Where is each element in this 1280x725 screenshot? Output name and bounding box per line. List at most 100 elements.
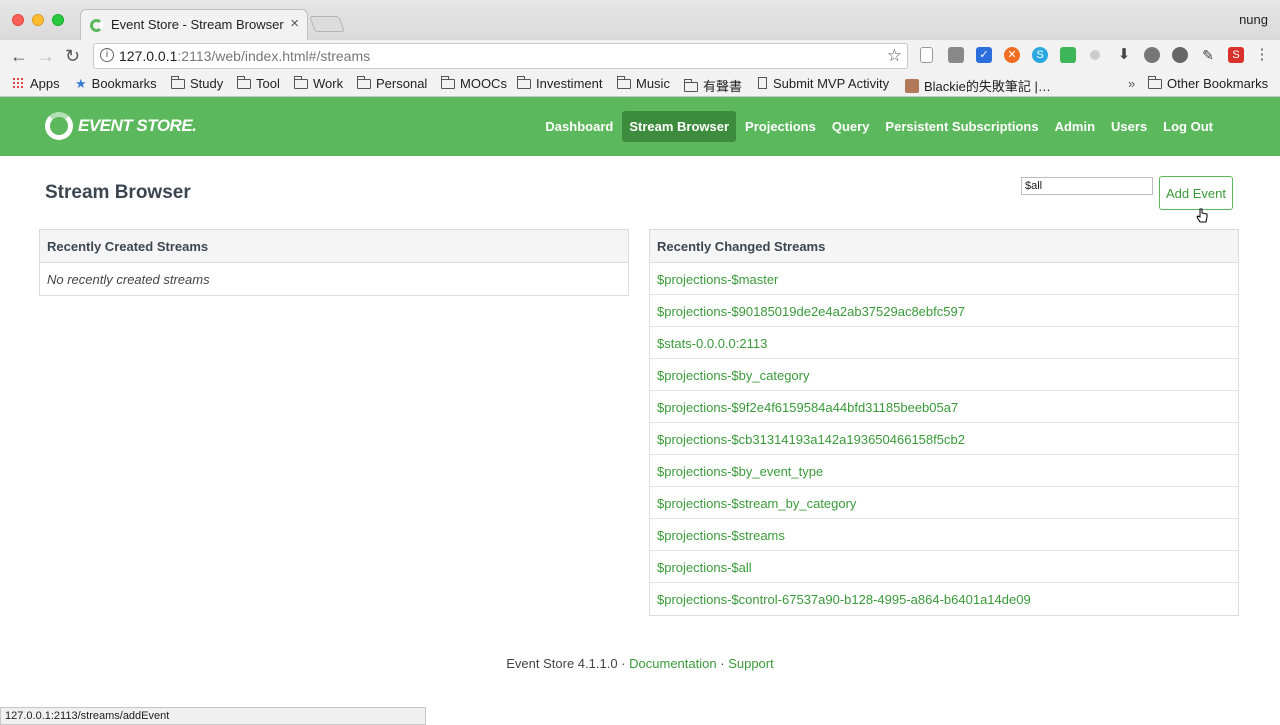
download-icon[interactable]: ⬇ — [1116, 47, 1132, 63]
forward-arrow-icon[interactable]: → — [37, 46, 55, 67]
stream-link[interactable]: $projections-$9f2e4f6159584a44bfd31185be… — [657, 400, 958, 415]
folder-icon — [441, 76, 455, 89]
stream-row: $projections-$streams — [650, 519, 1238, 551]
tab-close-icon[interactable]: × — [290, 15, 299, 32]
address-bar[interactable]: i 127.0.0.1:2113/web/index.html#/streams… — [93, 43, 908, 69]
skype-icon[interactable]: S — [1032, 47, 1048, 63]
bookmark-star-icon[interactable]: ☆ — [887, 46, 902, 66]
close-window-button[interactable] — [12, 14, 24, 26]
maximize-window-button[interactable] — [52, 14, 64, 26]
bookmark-study[interactable]: Study — [171, 76, 223, 91]
nav-query[interactable]: Query — [825, 111, 877, 142]
bookmark-blackie[interactable]: Blackie的失敗筆記 |… — [905, 76, 1051, 95]
stream-link[interactable]: $projections-$stream_by_category — [657, 496, 856, 511]
bookmarks-overflow-icon[interactable]: » — [1128, 76, 1135, 91]
footer-version: Event Store 4.1.1.0 — [506, 656, 618, 671]
extension-copy-icon[interactable] — [920, 47, 933, 63]
stream-row: $projections-$by_event_type — [650, 455, 1238, 487]
stream-link[interactable]: $projections-$streams — [657, 528, 785, 543]
browser-chrome: Event Store - Stream Browser × nung ← → … — [0, 0, 1280, 97]
menu-icon[interactable]: ⋮ — [1254, 47, 1270, 63]
extension-dot-icon[interactable] — [1090, 50, 1100, 60]
recently-changed-list: $projections-$master $projections-$901850… — [650, 263, 1238, 615]
bookmarks-bar: Apps ★ Bookmarks Study Tool Work Personal… — [0, 73, 1280, 97]
star-icon: ★ — [75, 76, 87, 91]
avatar-icon — [905, 79, 919, 93]
folder-icon — [294, 76, 308, 89]
eventstore-logo[interactable]: EVENT STORE. — [45, 111, 197, 141]
folder-icon — [684, 79, 698, 92]
bookmark-moocs[interactable]: MOOCs — [441, 76, 507, 91]
nav-stream-browser[interactable]: Stream Browser — [622, 111, 737, 142]
new-tab-button[interactable] — [309, 16, 345, 32]
eyedropper-icon[interactable]: ✎ — [1200, 47, 1216, 63]
bookmark-music[interactable]: Music — [617, 76, 670, 91]
address-url: 127.0.0.1:2113/web/index.html#/streams — [119, 48, 370, 64]
logo-ring-icon — [45, 112, 73, 140]
stream-id-input[interactable] — [1021, 177, 1153, 195]
extension-green-icon[interactable] — [1060, 47, 1076, 63]
bookmark-tool[interactable]: Tool — [237, 76, 280, 91]
documentation-link[interactable]: Documentation — [629, 656, 716, 671]
reload-icon[interactable]: ↻ — [65, 46, 80, 67]
extension-reader-icon[interactable] — [948, 47, 964, 63]
stream-row: $projections-$master — [650, 263, 1238, 295]
add-event-button[interactable]: Add Event — [1159, 176, 1233, 210]
recently-created-panel: Recently Created Streams No recently cre… — [39, 229, 629, 296]
stream-link[interactable]: $projections-$by_category — [657, 368, 809, 383]
eventstore-favicon-icon — [90, 19, 103, 32]
stream-link[interactable]: $projections-$all — [657, 560, 752, 575]
eventstore-navbar: EVENT STORE. Dashboard Stream Browser Pr… — [0, 97, 1280, 156]
bookmark-work[interactable]: Work — [294, 76, 343, 91]
info-icon[interactable]: i — [100, 48, 114, 62]
extension-orange-icon[interactable]: ✕ — [1004, 47, 1020, 63]
stream-row: $projections-$by_category — [650, 359, 1238, 391]
page-icon — [758, 77, 767, 89]
footer: Event Store 4.1.1.0 · Documentation · Su… — [0, 656, 1280, 671]
profile-name[interactable]: nung — [1239, 12, 1268, 27]
bookmark-apps[interactable]: Apps — [12, 76, 60, 91]
nav-log-out[interactable]: Log Out — [1156, 111, 1220, 142]
bookmark-personal[interactable]: Personal — [357, 76, 427, 91]
nav-persistent-subscriptions[interactable]: Persistent Subscriptions — [878, 111, 1045, 142]
back-arrow-icon[interactable]: ← — [10, 46, 28, 67]
stream-link[interactable]: $projections-$master — [657, 272, 778, 287]
bookmark-other[interactable]: Other Bookmarks — [1148, 76, 1268, 91]
footer-separator: · — [621, 656, 626, 671]
nav-links: Dashboard Stream Browser Projections Que… — [536, 111, 1220, 142]
bookmark-audiobooks[interactable]: 有聲書 — [684, 76, 742, 95]
nav-projections[interactable]: Projections — [738, 111, 823, 142]
line-icon[interactable] — [1172, 47, 1188, 63]
folder-icon — [357, 76, 371, 89]
minimize-window-button[interactable] — [32, 14, 44, 26]
footer-separator: · — [720, 656, 725, 671]
folder-icon — [171, 76, 185, 89]
folder-icon — [617, 76, 631, 89]
nav-dashboard[interactable]: Dashboard — [538, 111, 620, 142]
hand-cursor-icon — [1196, 208, 1208, 223]
extension-tomato-icon[interactable] — [1144, 47, 1160, 63]
extension-s-icon[interactable]: S — [1228, 47, 1244, 63]
browser-tab[interactable]: Event Store - Stream Browser × — [80, 9, 308, 40]
folder-icon — [1148, 76, 1162, 89]
tab-title: Event Store - Stream Browser — [111, 17, 284, 32]
page-title: Stream Browser — [45, 182, 191, 203]
bookmark-investiment[interactable]: Investiment — [517, 76, 602, 91]
stream-link[interactable]: $projections-$control-67537a90-b128-4995… — [657, 592, 1031, 607]
folder-icon — [517, 76, 531, 89]
stream-row: $projections-$all — [650, 551, 1238, 583]
stream-row: $projections-$cb31314193a142a19365046615… — [650, 423, 1238, 455]
recently-changed-heading: Recently Changed Streams — [650, 230, 1238, 263]
extension-pocket-icon[interactable]: ✓ — [976, 47, 992, 63]
nav-users[interactable]: Users — [1104, 111, 1154, 142]
nav-admin[interactable]: Admin — [1048, 111, 1102, 142]
support-link[interactable]: Support — [728, 656, 774, 671]
stream-row: $projections-$control-67537a90-b128-4995… — [650, 583, 1238, 615]
stream-link[interactable]: $projections-$cb31314193a142a19365046615… — [657, 432, 965, 447]
stream-link[interactable]: $projections-$by_event_type — [657, 464, 823, 479]
bookmark-bookmarks[interactable]: ★ Bookmarks — [75, 76, 157, 92]
stream-row: $stats-0.0.0.0:2113 — [650, 327, 1238, 359]
bookmark-submit-mvp[interactable]: Submit MVP Activity — [758, 76, 889, 91]
stream-link[interactable]: $projections-$90185019de2e4a2ab37529ac8e… — [657, 304, 965, 319]
stream-link[interactable]: $stats-0.0.0.0:2113 — [657, 336, 767, 351]
